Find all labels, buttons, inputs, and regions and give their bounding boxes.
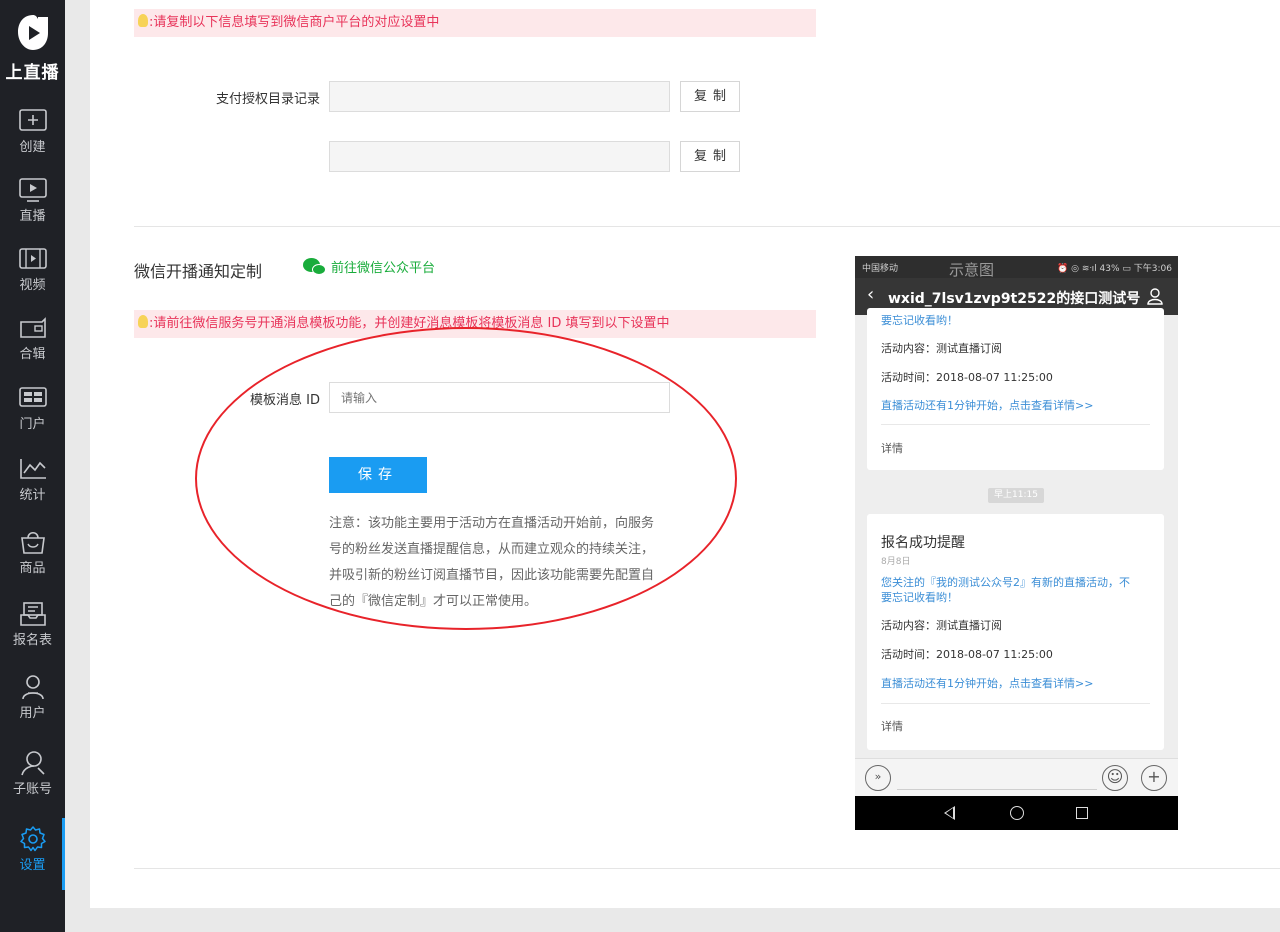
card-divider [881, 424, 1150, 425]
sidebar-item-collection[interactable]: 合辑 [0, 315, 65, 362]
wechat-platform-link[interactable]: 前往微信公众平台 [303, 257, 435, 276]
wechat-platform-link-text: 前往微信公众平台 [331, 261, 436, 276]
portal-grid-icon [18, 387, 47, 407]
sidebar-item-goods[interactable]: 商品 [0, 529, 65, 576]
card-date: 8月8日 [881, 557, 911, 567]
line-chart-icon [19, 459, 46, 479]
shopping-bag-icon [20, 531, 45, 554]
film-icon [18, 248, 47, 269]
gear-icon [19, 826, 46, 852]
sidebar-item-video[interactable]: 视频 [0, 246, 65, 293]
sidebar-item-label: 子账号 [12, 782, 52, 797]
voice-icon[interactable]: » [865, 765, 891, 791]
sidebar-item-sub-accounts[interactable]: 子账号 [0, 750, 65, 797]
phone-header-title: wxid_7lsv1zvp9t2522的接口测试号 [888, 291, 1141, 307]
carrier-text: 中国移动 [862, 264, 899, 274]
phone-preview: 中国移动 示意图 ⏰ ◎ ≋ᐧıl 43% ▭ 下午3:06 ‹ wxid_7l… [855, 256, 1178, 830]
sidebar-item-portal[interactable]: 门户 [0, 385, 65, 432]
card-divider [881, 703, 1150, 704]
card-cta-link[interactable]: 直播活动还有1分钟开始，点击查看详情>> [881, 675, 1093, 691]
logo-icon [17, 15, 48, 50]
folder-icon [19, 317, 46, 338]
user-icon [21, 675, 44, 700]
sidebar-item-label: 用户 [19, 706, 46, 721]
sidebar-item-label: 直播 [19, 209, 46, 224]
sidebar-item-label: 设置 [19, 858, 46, 873]
nav-recents-icon[interactable] [1076, 807, 1088, 819]
nav-home-icon[interactable] [1010, 806, 1024, 820]
copy-button-1[interactable]: 复制 [680, 81, 740, 112]
sidebar-item-label: 合辑 [19, 347, 46, 362]
sidebar-item-create[interactable]: 创建 [0, 108, 65, 155]
payment-dir-label: 支付授权目录记录 [215, 92, 320, 107]
card-content: 活动内容：测试直播订阅 [881, 619, 1002, 632]
card-desc: 要忘记收看哟！ [881, 314, 958, 327]
card-desc: 要忘记收看哟！ [881, 591, 958, 604]
section-divider [134, 226, 1280, 227]
lightbulb-icon [138, 14, 148, 27]
form-tray-icon [19, 602, 46, 626]
sidebar-item-label: 创建 [19, 140, 46, 155]
payment-dir-field-2[interactable] [329, 141, 670, 172]
notify-section-title: 微信开播通知定制 [134, 262, 263, 281]
card-time: 活动时间：2018-08-07 11:25:00 [881, 648, 1053, 661]
watermark-text: 示意图 [949, 261, 995, 279]
message-card-2[interactable]: 报名成功提醒 8月8日 您关注的『我的测试公众号2』有新的直播活动，不 要忘记收… [867, 514, 1164, 750]
phone-status-bar: 中国移动 示意图 ⏰ ◎ ≋ᐧıl 43% ▭ 下午3:06 [855, 256, 1178, 279]
payment-dir-field-1[interactable] [329, 81, 670, 112]
card-cta-link[interactable]: 直播活动还有1分钟开始，点击查看详情>> [881, 397, 1093, 413]
input-line[interactable] [897, 789, 1097, 790]
sidebar-item-signup-form[interactable]: 报名表 [0, 601, 65, 648]
back-arrow-icon[interactable]: ‹ [867, 284, 874, 305]
phone-nav-bar [855, 796, 1178, 830]
logo[interactable]: 上直播 [0, 14, 65, 83]
sidebar-item-label: 统计 [19, 488, 46, 503]
bottom-divider [134, 868, 1280, 869]
plus-icon[interactable]: + [1141, 765, 1167, 791]
sidebar-item-settings[interactable]: 设置 [0, 818, 65, 890]
card-detail-link[interactable]: 详情 [881, 440, 903, 456]
sidebar-item-label: 商品 [19, 561, 46, 576]
annotation-ellipse [195, 327, 737, 630]
emoji-icon[interactable]: ☺ [1102, 765, 1128, 791]
card-time: 活动时间：2018-08-07 11:25:00 [881, 371, 1053, 384]
profile-icon[interactable] [1146, 287, 1164, 305]
sub-account-icon [20, 751, 45, 776]
payment-tip-text: :请复制以下信息填写到微信商户平台的对应设置中 [149, 15, 440, 30]
plus-square-icon [18, 109, 47, 131]
message-time-pill: 早上11:15 [988, 488, 1044, 503]
status-icons: ⏰ ◎ ≋ᐧıl 43% ▭ 下午3:06 [1057, 264, 1172, 274]
notify-tip-text: :请前往微信服务号开通消息模板功能，并创建好消息模板将模板消息 ID 填写到以下… [149, 316, 670, 331]
sidebar-item-label: 门户 [19, 417, 46, 432]
lightbulb-icon [138, 315, 148, 328]
sidebar-item-label: 视频 [19, 278, 46, 293]
sidebar: 上直播 创建 直播 视频 合辑 门户 统计 商品 报名表 用户 子账号 设置 [0, 0, 65, 932]
card-content: 活动内容：测试直播订阅 [881, 342, 1002, 355]
card-desc: 您关注的『我的测试公众号2』有新的直播活动，不 [881, 576, 1130, 589]
phone-input-bar: » ☺ + [855, 758, 1178, 796]
sidebar-item-users[interactable]: 用户 [0, 674, 65, 721]
nav-back-icon[interactable] [944, 806, 955, 820]
sidebar-item-live[interactable]: 直播 [0, 177, 65, 224]
sidebar-item-stats[interactable]: 统计 [0, 456, 65, 503]
card-title: 报名成功提醒 [881, 535, 965, 551]
logo-text: 上直播 [5, 63, 60, 83]
message-card-1[interactable]: 要忘记收看哟！ 活动内容：测试直播订阅 活动时间：2018-08-07 11:2… [867, 308, 1164, 470]
wechat-icon [303, 258, 327, 276]
sidebar-item-label: 报名表 [12, 633, 52, 648]
copy-button-2[interactable]: 复制 [680, 141, 740, 172]
payment-tip: :请复制以下信息填写到微信商户平台的对应设置中 [134, 9, 816, 37]
play-screen-icon [18, 178, 47, 202]
card-detail-link[interactable]: 详情 [881, 718, 903, 734]
